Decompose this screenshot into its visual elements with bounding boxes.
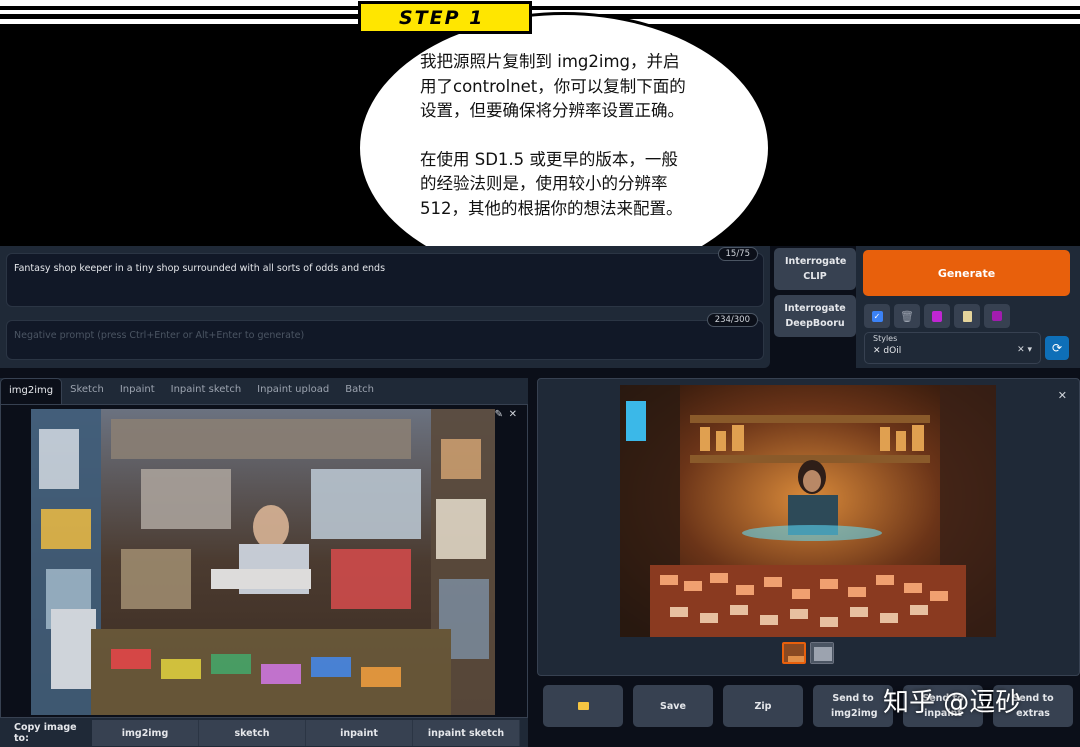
checkbox-icon[interactable]: ✓ — [864, 304, 890, 328]
close-icon[interactable]: ✕ — [509, 409, 517, 420]
zip-button[interactable]: Zip — [723, 685, 803, 727]
source-photo — [31, 409, 495, 715]
bubble-text: 我把源照片复制到 img2img，并启 用了controlnet，你可以复制下面… — [420, 50, 740, 245]
bubble-line: 设置，但要确保将分辨率设置正确。 — [420, 101, 684, 120]
copy-to-inpaint-sketch-button[interactable]: inpaint sketch — [413, 720, 520, 746]
tab-img2img[interactable]: img2img — [0, 378, 63, 404]
copy-image-row: Copy image to: img2img sketch inpaint in… — [0, 720, 528, 746]
copy-to-sketch-button[interactable]: sketch — [199, 720, 306, 746]
step-label: STEP 1 — [358, 1, 532, 34]
webui: Fantasy shop keeper in a tiny shop surro… — [0, 246, 1080, 747]
img2img-tabs: img2img Sketch Inpaint Inpaint sketch In… — [0, 378, 382, 404]
style-chip[interactable]: ✕ dOil — [873, 346, 901, 356]
positive-prompt-input[interactable]: Fantasy shop keeper in a tiny shop surro… — [6, 253, 764, 307]
close-icon[interactable]: ✕ — [1058, 389, 1067, 402]
source-image-frame[interactable]: ✎ ✕ — [0, 404, 528, 718]
bubble-line: 512，其他的根据你的想法来配置。 — [420, 198, 683, 218]
send-to-img2img-label: Send to img2img — [831, 693, 878, 719]
open-folder-button[interactable] — [543, 685, 623, 727]
refresh-icon[interactable]: ⟳ — [1045, 336, 1069, 360]
thumbnail-generated[interactable] — [782, 642, 806, 664]
pink-save-icon[interactable] — [924, 304, 950, 328]
send-to-img2img-button[interactable]: Send to img2img — [813, 685, 893, 727]
comic-banner: STEP 1 我把源照片复制到 img2img，并启 用了controlnet，… — [0, 0, 1080, 246]
negative-token-counter: 234/300 — [706, 313, 758, 327]
tab-inpaint[interactable]: Inpaint — [112, 378, 163, 404]
styles-label: Styles — [873, 334, 898, 343]
clear-styles-icon[interactable]: ✕ ▾ — [1017, 345, 1032, 355]
prompt-area: Fantasy shop keeper in a tiny shop surro… — [0, 246, 770, 368]
edit-icon[interactable]: ✎ — [495, 409, 503, 420]
negative-prompt-input[interactable]: Negative prompt (press Ctrl+Enter or Alt… — [6, 320, 764, 360]
generated-image[interactable] — [620, 385, 996, 637]
trash-icon[interactable]: 🗑 — [894, 304, 920, 328]
tab-sketch[interactable]: Sketch — [62, 378, 112, 404]
tab-batch[interactable]: Batch — [337, 378, 382, 404]
styles-dropdown[interactable]: Styles ✕ dOil ✕ ▾ — [864, 332, 1041, 364]
positive-token-counter: 15/75 — [717, 247, 758, 261]
bubble-line: 的经验法则是，使用较小的分辨率 — [420, 174, 668, 193]
copy-to-img2img-button[interactable]: img2img — [92, 720, 199, 746]
watermark: 知乎 @逗砂 — [883, 688, 1022, 718]
bubble-line: 在使用 SD1.5 或更早的版本，一般 — [420, 149, 678, 169]
save-button[interactable]: Save — [633, 685, 713, 727]
interrogate-deepbooru-label: Interrogate DeepBooru — [784, 303, 846, 329]
positive-prompt-text: Fantasy shop keeper in a tiny shop surro… — [14, 263, 386, 274]
interrogate-deepbooru-button[interactable]: Interrogate DeepBooru — [774, 295, 856, 337]
tab-inpaint-upload[interactable]: Inpaint upload — [249, 378, 337, 404]
floppy-disk-icon[interactable] — [984, 304, 1010, 328]
style-chip-label: dOil — [883, 346, 902, 356]
copy-image-label: Copy image to: — [14, 722, 77, 744]
banner-stripe — [0, 0, 1080, 6]
generate-button[interactable]: Generate — [863, 250, 1070, 296]
output-gallery: ✕ — [537, 378, 1080, 676]
bubble-line: 我把源照片复制到 img2img，并启 — [420, 52, 680, 71]
clipboard-icon[interactable] — [954, 304, 980, 328]
folder-icon — [577, 702, 589, 710]
tab-inpaint-sketch[interactable]: Inpaint sketch — [163, 378, 250, 404]
bubble-line: 用了controlnet，你可以复制下面的 — [420, 76, 686, 96]
thumbnail-controlnet[interactable] — [810, 642, 834, 664]
img2img-panel: img2img Sketch Inpaint Inpaint sketch In… — [0, 378, 528, 747]
interrogate-clip-label: Interrogate CLIP — [785, 256, 847, 282]
interrogate-clip-button[interactable]: Interrogate CLIP — [774, 248, 856, 290]
negative-prompt-placeholder: Negative prompt (press Ctrl+Enter or Alt… — [14, 330, 305, 341]
copy-to-inpaint-button[interactable]: inpaint — [306, 720, 413, 746]
